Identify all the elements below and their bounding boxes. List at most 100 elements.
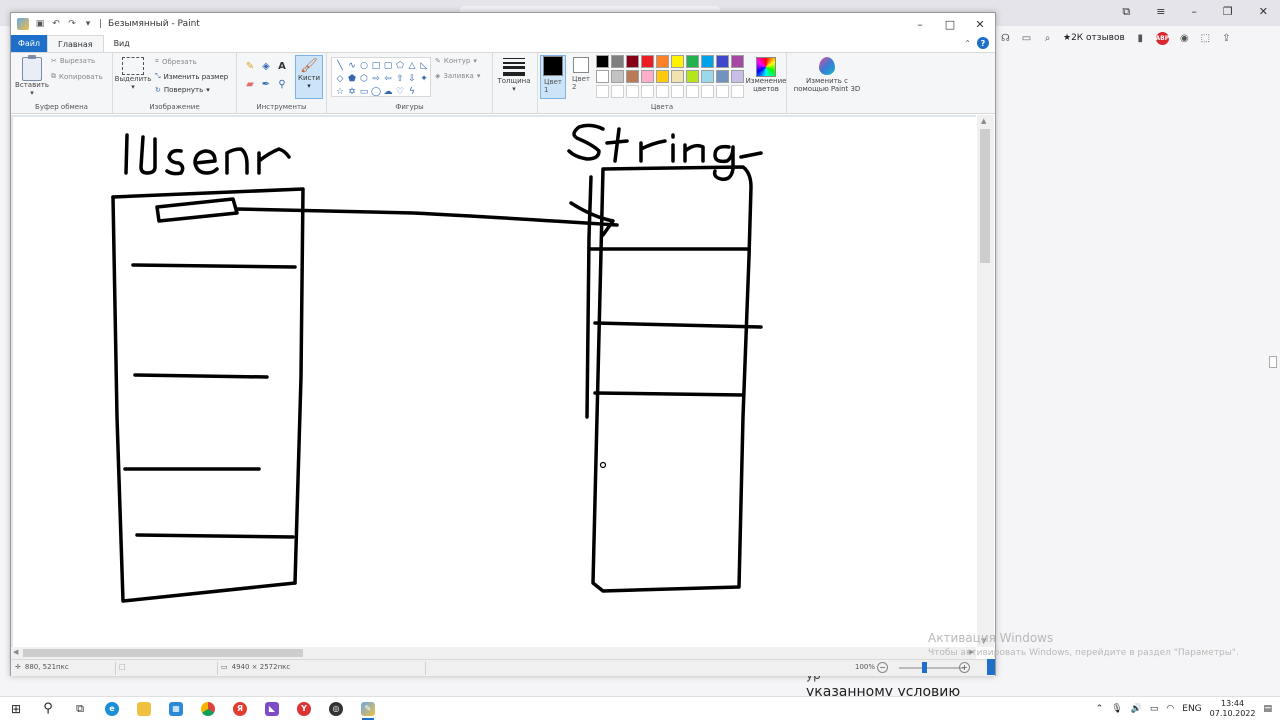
palette-swatch[interactable] xyxy=(701,70,714,83)
resize-button[interactable]: ⤡ Изменить размер xyxy=(155,72,228,81)
palette-swatch[interactable] xyxy=(731,55,744,68)
palette-swatch[interactable] xyxy=(596,55,609,68)
palette-swatch[interactable] xyxy=(671,70,684,83)
scroll-left-icon[interactable]: ◀ xyxy=(13,648,18,656)
select-button[interactable]: Выделить ▾ xyxy=(115,57,151,91)
wifi-icon[interactable]: ◠ xyxy=(1166,704,1174,714)
taskbar-paint[interactable]: ✎ xyxy=(352,697,384,720)
taskbar-visual-studio[interactable]: ◣ xyxy=(256,697,288,720)
close-button[interactable]: ✕ xyxy=(965,13,995,35)
resize-grip[interactable] xyxy=(987,659,995,675)
zoom-slider-thumb[interactable] xyxy=(922,662,927,673)
color2-button[interactable]: Цвет 2 xyxy=(568,55,594,99)
taskbar-explorer[interactable] xyxy=(128,697,160,720)
taskbar-yandex-browser[interactable]: Y xyxy=(288,697,320,720)
restore-icon[interactable]: ❐ xyxy=(1223,5,1233,19)
callout-cloud-icon[interactable]: ☁ xyxy=(382,85,394,98)
volume-icon[interactable]: 🔊 xyxy=(1131,704,1142,714)
edit-colors-button[interactable]: Изменение цветов xyxy=(744,57,788,93)
lightning-shape-icon[interactable]: ϟ xyxy=(406,85,418,98)
zoom-out-button[interactable]: − xyxy=(877,662,888,673)
palette-swatch[interactable] xyxy=(686,70,699,83)
pentagon-shape-icon[interactable]: ⬟ xyxy=(346,72,358,85)
callout-rect-icon[interactable]: ▭ xyxy=(358,85,370,98)
palette-swatch[interactable] xyxy=(611,55,624,68)
right-arrow-shape-icon[interactable]: ⇨ xyxy=(370,72,382,85)
task-view-button[interactable]: ⧉ xyxy=(64,697,96,720)
taskbar-edge[interactable]: e xyxy=(96,697,128,720)
size-button[interactable]: Толщина ▾ xyxy=(495,57,533,93)
fill-button[interactable]: ◈ Заливка ▾ xyxy=(435,72,480,80)
triangle-shape-icon[interactable]: △ xyxy=(406,59,418,72)
rounded-rect-shape-icon[interactable]: ▢ xyxy=(382,59,394,72)
eraser-icon[interactable]: ▰ xyxy=(243,77,257,91)
pencil-icon[interactable]: ✎ xyxy=(243,59,257,73)
bookmark-flag-icon[interactable]: ▮ xyxy=(1135,33,1146,44)
palette-swatch[interactable] xyxy=(641,55,654,68)
vertical-scroll-thumb[interactable] xyxy=(980,129,990,263)
diamond-shape-icon[interactable]: ◇ xyxy=(334,72,346,85)
color1-button[interactable]: Цвет 1 xyxy=(540,55,566,99)
zoom-slider-track[interactable] xyxy=(899,667,965,669)
palette-swatch[interactable] xyxy=(626,70,639,83)
notifications-icon[interactable]: ▤ xyxy=(1263,704,1272,714)
callout-oval-icon[interactable]: ◯ xyxy=(370,85,382,98)
reader-icon[interactable]: ▭ xyxy=(1021,33,1032,44)
close-icon[interactable]: ✕ xyxy=(1259,5,1268,19)
palette-swatch[interactable] xyxy=(611,70,624,83)
right-triangle-shape-icon[interactable]: ◺ xyxy=(418,59,430,72)
crop-button[interactable]: ⌗ Обрезать xyxy=(155,57,197,66)
rotate-button[interactable]: ↻ Повернуть ▾ xyxy=(155,86,210,94)
vertical-scrollbar[interactable]: ▲ ▼ xyxy=(977,115,994,647)
clock[interactable]: 13:44 07.10.2022 xyxy=(1210,699,1256,719)
five-point-star-icon[interactable]: ☆ xyxy=(334,85,346,98)
down-arrow-shape-icon[interactable]: ⇩ xyxy=(406,72,418,85)
copy-button[interactable]: ⧉ Копировать xyxy=(51,72,103,81)
share-icon[interactable]: ⇪ xyxy=(1221,33,1232,44)
horizontal-scroll-thumb[interactable] xyxy=(23,649,303,657)
tab-home[interactable]: Главная xyxy=(47,35,104,52)
help-icon[interactable]: ? xyxy=(977,37,989,49)
tab-view[interactable]: Вид xyxy=(104,35,140,52)
palette-swatch[interactable] xyxy=(641,85,654,98)
minimize-icon[interactable]: – xyxy=(1191,5,1197,19)
display-icon[interactable]: ▭ xyxy=(1150,704,1159,714)
fill-bucket-icon[interactable]: ◈ xyxy=(259,59,273,73)
color-picker-icon[interactable]: ✒ xyxy=(259,77,273,91)
start-button[interactable]: ⊞ xyxy=(0,697,32,720)
taskbar-store[interactable]: ▦ xyxy=(160,697,192,720)
line-shape-icon[interactable]: ╲ xyxy=(334,59,346,72)
reviews-count[interactable]: ★2К отзывов xyxy=(1063,33,1125,43)
palette-swatch[interactable] xyxy=(626,85,639,98)
palette-swatch[interactable] xyxy=(686,85,699,98)
palette-swatch[interactable] xyxy=(656,70,669,83)
translate-icon[interactable]: ⌕ xyxy=(1042,33,1053,44)
horizontal-scrollbar[interactable]: ◀ ▶ xyxy=(11,647,976,659)
palette-swatch[interactable] xyxy=(671,55,684,68)
drawing-canvas[interactable] xyxy=(13,117,976,647)
palette-swatch[interactable] xyxy=(656,55,669,68)
microphone-icon[interactable]: 🎙 xyxy=(1111,704,1122,714)
palette-swatch[interactable] xyxy=(686,55,699,68)
heart-shape-icon[interactable]: ♡ xyxy=(394,85,406,98)
four-point-star-icon[interactable]: ✦ xyxy=(418,72,430,85)
customize-qat-icon[interactable]: ▾ xyxy=(83,19,93,29)
cut-button[interactable]: ✂ Вырезать xyxy=(51,57,95,65)
polygon-shape-icon[interactable]: ⬠ xyxy=(394,59,406,72)
collapse-ribbon-icon[interactable]: ⌃ xyxy=(964,39,971,48)
palette-swatch[interactable] xyxy=(716,55,729,68)
scroll-up-icon[interactable]: ▲ xyxy=(981,117,986,125)
six-point-star-icon[interactable]: ✡ xyxy=(346,85,358,98)
brushes-button[interactable]: 🖌 Кисти ▾ xyxy=(295,55,323,99)
redo-icon[interactable]: ↷ xyxy=(67,19,77,29)
magnifier-icon[interactable]: ⚲ xyxy=(275,77,289,91)
search-button[interactable]: ⚲ xyxy=(32,697,64,720)
text-icon[interactable]: A xyxy=(275,59,289,73)
oval-shape-icon[interactable]: ○ xyxy=(358,59,370,72)
browser-scrollbar-thumb[interactable] xyxy=(1269,356,1277,368)
language-indicator[interactable]: ENG xyxy=(1182,704,1201,714)
left-arrow-shape-icon[interactable]: ⇦ xyxy=(382,72,394,85)
curve-shape-icon[interactable]: ∿ xyxy=(346,59,358,72)
maximize-button[interactable]: □ xyxy=(935,13,965,35)
taskbar-chrome[interactable] xyxy=(192,697,224,720)
